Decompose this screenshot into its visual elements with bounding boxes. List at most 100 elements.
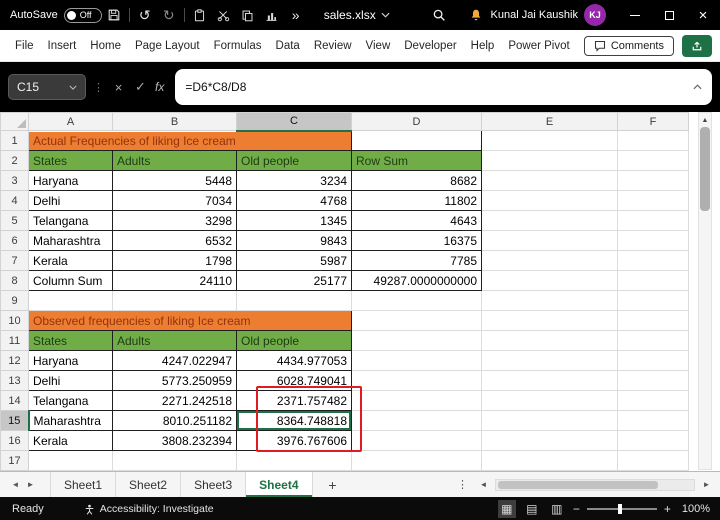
cell-B5[interactable]: 3298 bbox=[113, 211, 237, 231]
cell-A7[interactable]: Kerala bbox=[29, 251, 113, 271]
cell-B6[interactable]: 6532 bbox=[113, 231, 237, 251]
cell-A6[interactable]: Maharashtra bbox=[29, 231, 113, 251]
menu-tab-data[interactable]: Data bbox=[269, 30, 307, 61]
bell-icon[interactable] bbox=[464, 3, 488, 27]
cell-A3[interactable]: Haryana bbox=[29, 171, 113, 191]
cell-A9[interactable] bbox=[29, 291, 113, 311]
cell-D8[interactable]: 49287.0000000000 bbox=[352, 271, 482, 291]
row-header-7[interactable]: 7 bbox=[1, 251, 29, 271]
row-header-16[interactable]: 16 bbox=[1, 431, 29, 451]
cell-A11[interactable]: States bbox=[29, 331, 113, 351]
cell-B11[interactable]: Adults bbox=[113, 331, 237, 351]
cell-D14[interactable] bbox=[352, 391, 482, 411]
menu-tab-formulas[interactable]: Formulas bbox=[207, 30, 269, 61]
comments-button[interactable]: Comments bbox=[584, 36, 674, 56]
row-header-11[interactable]: 11 bbox=[1, 331, 29, 351]
cell-B17[interactable] bbox=[113, 451, 237, 471]
menu-tab-help[interactable]: Help bbox=[464, 30, 502, 61]
cell-D3[interactable]: 8682 bbox=[352, 171, 482, 191]
share-button[interactable] bbox=[682, 35, 712, 57]
cell-D1[interactable] bbox=[352, 131, 482, 151]
sheet-tab-sheet4[interactable]: Sheet4 bbox=[246, 472, 312, 497]
cell-E12[interactable] bbox=[482, 351, 618, 371]
save-button[interactable] bbox=[102, 3, 126, 27]
cell-D6[interactable]: 16375 bbox=[352, 231, 482, 251]
cell-F14[interactable] bbox=[618, 391, 689, 411]
cell-A13[interactable]: Delhi bbox=[29, 371, 113, 391]
tab-overflow-dots[interactable]: ⋮ bbox=[457, 478, 468, 491]
sheet-tab-sheet3[interactable]: Sheet3 bbox=[181, 472, 246, 497]
menu-tab-power-pivot[interactable]: Power Pivot bbox=[501, 30, 576, 61]
cell-E2[interactable] bbox=[482, 151, 618, 171]
zoom-out-button[interactable]: − bbox=[573, 502, 580, 516]
cell-E16[interactable] bbox=[482, 431, 618, 451]
cell-C12[interactable]: 4434.977053 bbox=[237, 351, 352, 371]
select-all-corner[interactable] bbox=[1, 113, 29, 131]
cell-D9[interactable] bbox=[352, 291, 482, 311]
vertical-scrollbar[interactable]: ▲ bbox=[698, 112, 712, 470]
user-name[interactable]: Kunal Jai Kaushik bbox=[491, 9, 578, 21]
menu-tab-page-layout[interactable]: Page Layout bbox=[128, 30, 207, 61]
cell-F6[interactable] bbox=[618, 231, 689, 251]
cell-C8[interactable]: 25177 bbox=[237, 271, 352, 291]
autosave-toggle[interactable]: Off bbox=[64, 8, 102, 23]
cell-B4[interactable]: 7034 bbox=[113, 191, 237, 211]
cell-E1[interactable] bbox=[482, 131, 618, 151]
cell-B9[interactable] bbox=[113, 291, 237, 311]
row-header-1[interactable]: 1 bbox=[1, 131, 29, 151]
cell-D15[interactable] bbox=[352, 411, 482, 431]
zoom-level[interactable]: 100% bbox=[682, 503, 710, 515]
cell-B16[interactable]: 3808.232394 bbox=[113, 431, 237, 451]
enter-icon[interactable]: ✓ bbox=[133, 79, 148, 95]
cell-B12[interactable]: 4247.022947 bbox=[113, 351, 237, 371]
document-title[interactable]: sales.xlsx bbox=[324, 8, 390, 22]
cell-C4[interactable]: 4768 bbox=[237, 191, 352, 211]
cell-A10[interactable]: Observed frequencies of liking Ice cream bbox=[29, 311, 352, 331]
normal-view-icon[interactable]: ▦ bbox=[498, 500, 516, 518]
row-header-13[interactable]: 13 bbox=[1, 371, 29, 391]
cell-D12[interactable] bbox=[352, 351, 482, 371]
cell-C3[interactable]: 3234 bbox=[237, 171, 352, 191]
name-box-resize-handle[interactable]: ⋮ bbox=[93, 81, 104, 94]
row-header-9[interactable]: 9 bbox=[1, 291, 29, 311]
formula-bar-collapse-chevron[interactable] bbox=[693, 84, 702, 90]
horizontal-scrollbar[interactable] bbox=[495, 479, 695, 491]
cell-C5[interactable]: 1345 bbox=[237, 211, 352, 231]
maximize-button[interactable] bbox=[652, 0, 686, 30]
cell-D16[interactable] bbox=[352, 431, 482, 451]
search-icon[interactable] bbox=[428, 4, 450, 26]
cell-F15[interactable] bbox=[618, 411, 689, 431]
row-header-3[interactable]: 3 bbox=[1, 171, 29, 191]
horizontal-scroll-thumb[interactable] bbox=[498, 481, 658, 489]
column-header-B[interactable]: B bbox=[113, 113, 237, 131]
menu-tab-file[interactable]: File bbox=[8, 30, 41, 61]
cell-A4[interactable]: Delhi bbox=[29, 191, 113, 211]
vertical-scroll-thumb[interactable] bbox=[700, 127, 710, 211]
cell-D2[interactable]: Row Sum bbox=[352, 151, 482, 171]
status-mode[interactable]: Ready bbox=[12, 503, 44, 515]
cell-F10[interactable] bbox=[618, 311, 689, 331]
column-header-F[interactable]: F bbox=[618, 113, 689, 131]
cell-E9[interactable] bbox=[482, 291, 618, 311]
cell-C17[interactable] bbox=[237, 451, 352, 471]
cell-F17[interactable] bbox=[618, 451, 689, 471]
cell-B2[interactable]: Adults bbox=[113, 151, 237, 171]
cell-C11[interactable]: Old people bbox=[237, 331, 352, 351]
undo-button[interactable]: ↺ bbox=[133, 3, 157, 27]
cell-B8[interactable]: 24110 bbox=[113, 271, 237, 291]
row-header-5[interactable]: 5 bbox=[1, 211, 29, 231]
add-sheet-button[interactable]: + bbox=[321, 477, 345, 493]
cell-D7[interactable]: 7785 bbox=[352, 251, 482, 271]
cell-F12[interactable] bbox=[618, 351, 689, 371]
column-header-E[interactable]: E bbox=[482, 113, 618, 131]
cell-E8[interactable] bbox=[482, 271, 618, 291]
copy-button[interactable] bbox=[236, 3, 260, 27]
cell-C13[interactable]: 6028.749041 bbox=[237, 371, 352, 391]
cell-D5[interactable]: 4643 bbox=[352, 211, 482, 231]
column-header-D[interactable]: D bbox=[352, 113, 482, 131]
cell-B14[interactable]: 2271.242518 bbox=[113, 391, 237, 411]
page-layout-view-icon[interactable]: ▤ bbox=[523, 500, 541, 518]
cell-F2[interactable] bbox=[618, 151, 689, 171]
clipboard-button[interactable] bbox=[188, 3, 212, 27]
cut-button[interactable] bbox=[212, 3, 236, 27]
